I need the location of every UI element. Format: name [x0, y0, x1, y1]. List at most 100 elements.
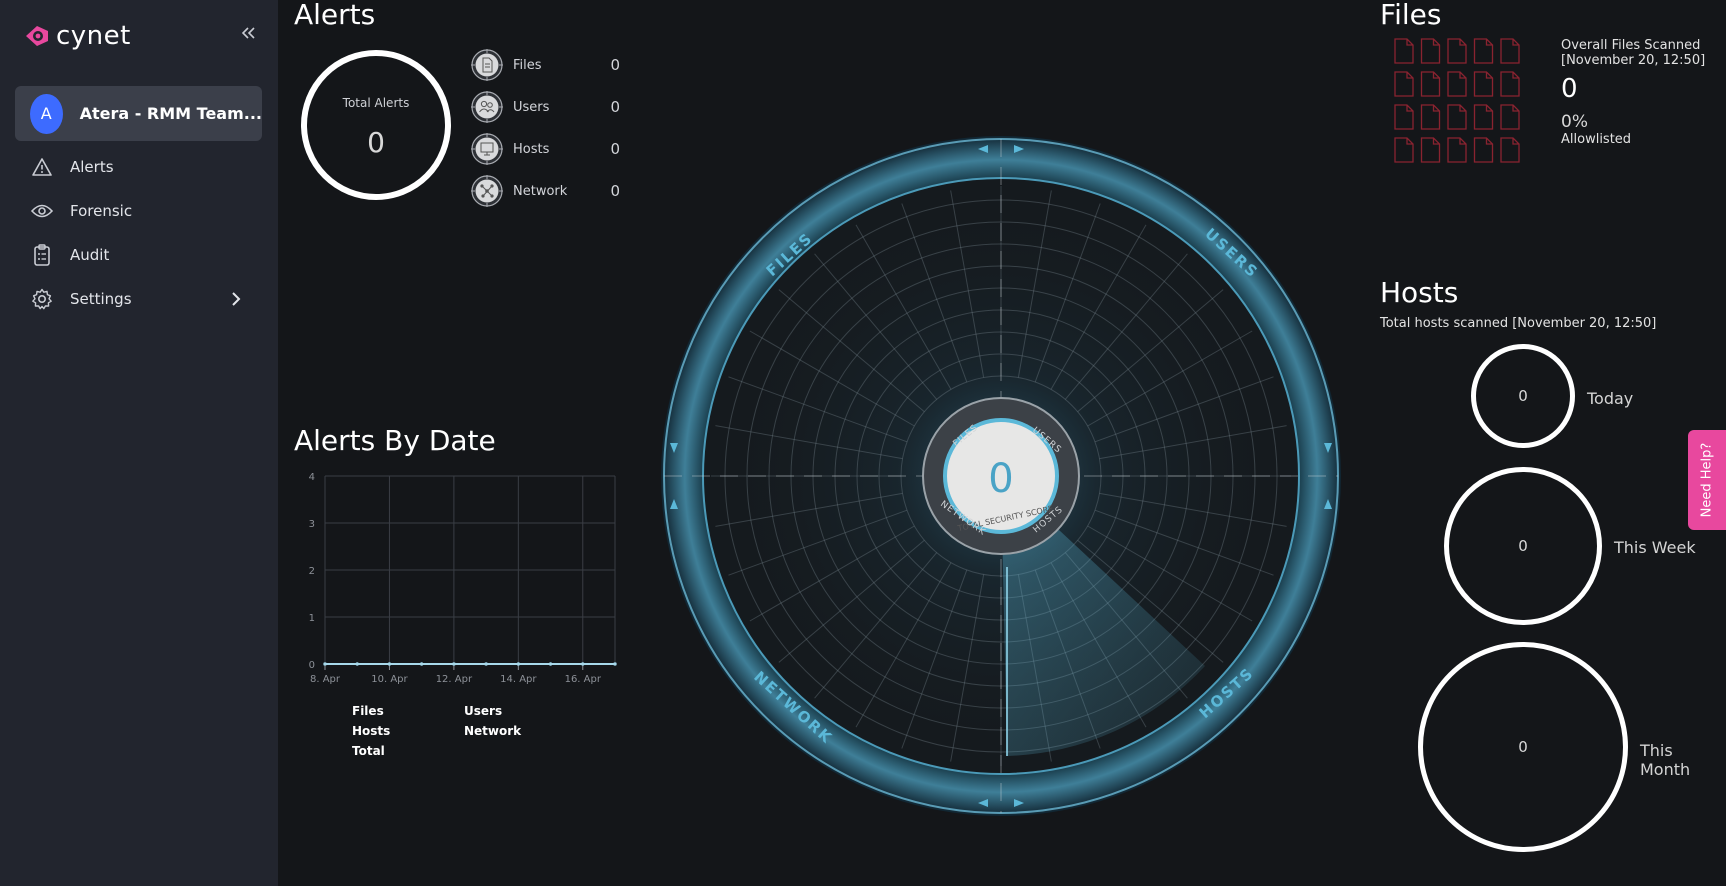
file-icon: [1447, 137, 1467, 163]
collapse-sidebar-button[interactable]: [240, 22, 256, 47]
security-score-radar: FILES USERS NETWORK HOSTS 0 TOTAL SECURI…: [661, 136, 1341, 816]
file-icon: [1500, 38, 1520, 64]
chart-x-tick-label: 14. Apr: [500, 674, 537, 685]
sidebar-item-alerts[interactable]: Alerts: [30, 152, 250, 182]
legend-item-files[interactable]: Files: [352, 704, 384, 718]
chart-y-tick-label: 2: [309, 566, 315, 577]
chart-y-tick-label: 1: [309, 613, 315, 624]
alert-category-count: 0: [610, 56, 620, 74]
hosts-title: Hosts: [1380, 276, 1459, 309]
legend-item-network[interactable]: Network: [464, 724, 521, 738]
clipboard-icon: [30, 243, 54, 267]
file-icon: [1447, 104, 1467, 130]
file-icon: [1500, 137, 1520, 163]
users-icon: [471, 91, 503, 123]
alert-category-name: Hosts: [513, 141, 550, 157]
alert-category-count: 0: [610, 182, 620, 200]
file-icon: [1473, 38, 1494, 64]
legend-item-hosts[interactable]: Hosts: [352, 724, 390, 738]
files-scanned-date: [November 20, 12:50]: [1561, 53, 1706, 68]
alert-row-users[interactable]: Users 0: [470, 90, 620, 124]
files-icon-grid: [1394, 38, 1520, 163]
files-scanned-label: Overall Files Scanned: [1561, 38, 1701, 53]
chart-point[interactable]: [387, 662, 392, 666]
alert-triangle-icon: [30, 155, 54, 179]
network-icon: [471, 175, 503, 207]
file-icon: [1394, 38, 1414, 64]
monitor-icon: [471, 133, 503, 165]
need-help-button[interactable]: Need Help?: [1688, 430, 1726, 530]
file-icon: [1420, 38, 1441, 64]
chart-point[interactable]: [420, 662, 424, 666]
alert-row-hosts[interactable]: Hosts 0: [470, 132, 620, 166]
file-icon: [1500, 104, 1520, 130]
file-icon: [1473, 137, 1494, 163]
file-icon: [1394, 104, 1414, 130]
alerts-by-date-title: Alerts By Date: [294, 424, 496, 457]
file-icon: [1394, 137, 1414, 163]
hosts-subtitle: Total hosts scanned [November 20, 12:50]: [1380, 316, 1657, 331]
chart-point[interactable]: [452, 662, 456, 666]
alert-category-name: Files: [513, 57, 542, 73]
file-icon: [1420, 104, 1441, 130]
cynet-logo[interactable]: cynet: [22, 20, 131, 52]
alert-category-name: Network: [513, 183, 568, 199]
need-help-label: Need Help?: [1699, 442, 1715, 518]
chart-point[interactable]: [484, 662, 488, 666]
file-icon: [1420, 137, 1441, 163]
hosts-this-month-label: This Month: [1640, 741, 1691, 779]
chevron-right-icon: [226, 288, 246, 310]
files-scanned-info: Overall Files Scanned [November 20, 12:5…: [1561, 38, 1705, 68]
file-icon: [1394, 71, 1414, 97]
security-score-value: 0: [988, 456, 1013, 502]
alerts-title: Alerts: [294, 0, 376, 31]
gear-icon: [30, 287, 54, 311]
alert-row-files[interactable]: Files 0: [470, 48, 620, 82]
chart-y-tick-label: 0: [309, 660, 315, 671]
hosts-this-week-ring: 0: [1444, 467, 1602, 625]
sidebar-item-label: Forensic: [70, 202, 133, 220]
total-alerts-value: 0: [367, 126, 385, 159]
files-allowlisted-percent: 0%: [1561, 112, 1588, 132]
hosts-today-label: Today: [1587, 389, 1634, 408]
brand-name: cynet: [56, 21, 131, 51]
legend-item-total[interactable]: Total: [352, 744, 385, 758]
sidebar-item-audit[interactable]: Audit: [30, 240, 250, 270]
chart-y-tick-label: 4: [309, 472, 315, 483]
account-switcher[interactable]: A Atera - RMM Team...: [15, 86, 262, 141]
chart-point[interactable]: [613, 662, 617, 666]
sidebar-item-settings[interactable]: Settings: [30, 284, 250, 314]
chart-point[interactable]: [516, 662, 520, 666]
alert-category-name: Users: [513, 99, 550, 115]
sidebar: cynet A Atera - RMM Team... Alerts Foren…: [0, 0, 278, 886]
chart-point[interactable]: [548, 662, 553, 666]
chart-x-tick-label: 10. Apr: [371, 674, 408, 685]
chart-x-tick-label: 12. Apr: [436, 674, 473, 685]
double-chevron-left-icon: [241, 27, 255, 39]
files-allowlisted-label: Allowlisted: [1561, 132, 1632, 147]
hosts-this-week-label: This Week: [1614, 538, 1696, 557]
alert-category-count: 0: [610, 140, 620, 158]
sidebar-item-label: Alerts: [70, 158, 114, 176]
chart-point[interactable]: [323, 662, 327, 666]
sidebar-item-label: Audit: [70, 246, 110, 264]
file-icon: [1500, 71, 1520, 97]
legend-item-users[interactable]: Users: [464, 704, 502, 718]
sidebar-item-forensic[interactable]: Forensic: [30, 196, 250, 226]
chart-point[interactable]: [581, 662, 585, 666]
chart-point[interactable]: [355, 662, 359, 666]
avatar: A: [30, 93, 63, 134]
file-icon: [1447, 71, 1467, 97]
sidebar-item-label: Settings: [70, 290, 132, 308]
alert-row-network[interactable]: Network 0: [470, 174, 620, 208]
eye-icon: [30, 199, 54, 223]
app-root: cynet A Atera - RMM Team... Alerts Foren…: [0, 0, 1726, 886]
total-alerts-ring: Total Alerts 0: [301, 50, 451, 200]
file-icon: [1447, 38, 1467, 64]
files-title: Files: [1380, 0, 1442, 31]
account-name: Atera - RMM Team...: [79, 104, 262, 123]
chart-x-tick-label: 16. Apr: [565, 674, 602, 685]
file-icon: [471, 49, 503, 81]
total-alerts-label: Total Alerts: [342, 96, 410, 110]
cynet-logo-icon: [26, 26, 48, 46]
